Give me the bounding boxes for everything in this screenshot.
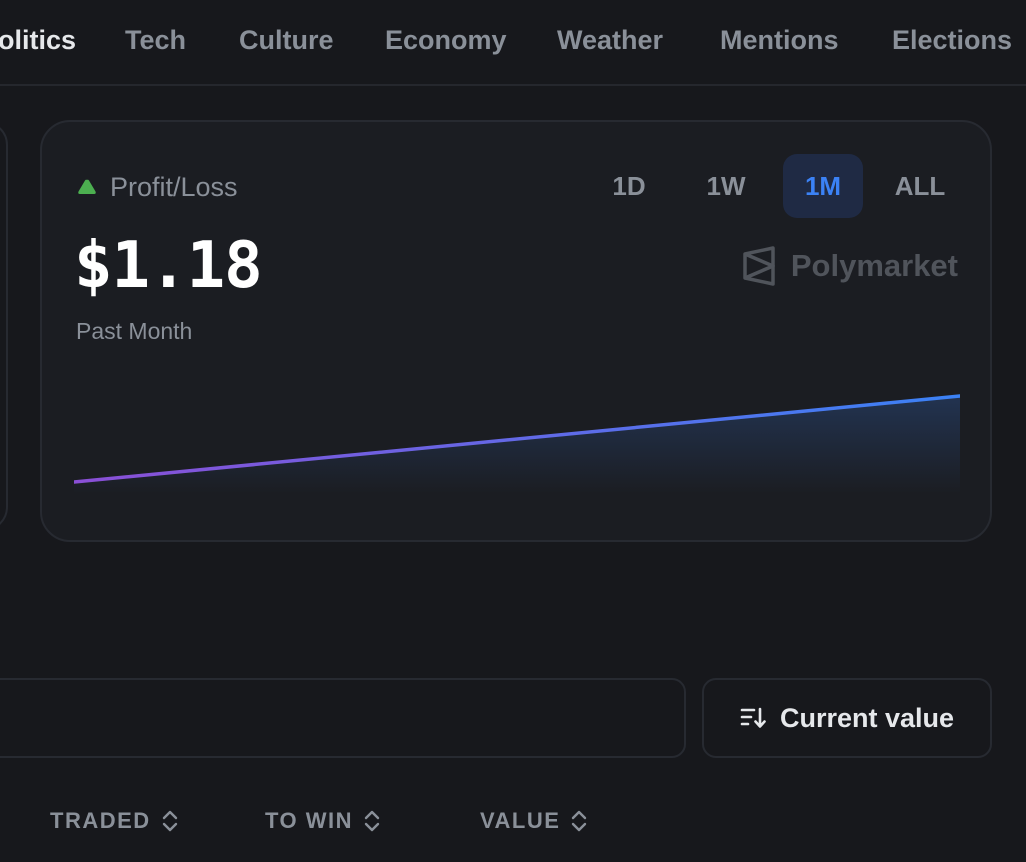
range-tab-1d[interactable]: 1D — [589, 154, 669, 218]
nav-item-weather[interactable]: Weather — [557, 22, 663, 58]
sort-button[interactable]: Current value — [702, 678, 992, 758]
nav-item-elections[interactable]: Elections — [892, 22, 1012, 58]
column-header-traded[interactable]: TRADED — [50, 806, 179, 836]
sort-descending-icon — [740, 706, 766, 730]
sort-toggle-icon — [570, 808, 588, 834]
nav-item-tech[interactable]: Tech — [125, 22, 186, 58]
pnl-title: Profit/Loss — [110, 172, 238, 202]
polymarket-logo-icon — [741, 246, 777, 286]
category-nav: olitics Tech Culture Economy Weather Men… — [0, 0, 1026, 86]
pnl-line-chart — [74, 394, 960, 494]
column-header-to-win[interactable]: TO WIN — [265, 806, 381, 836]
positions-search[interactable] — [0, 678, 686, 758]
sort-toggle-icon — [363, 808, 381, 834]
nav-item-politics[interactable]: olitics — [0, 22, 76, 58]
sort-toggle-icon — [161, 808, 179, 834]
column-header-label: TO WIN — [265, 808, 354, 833]
column-header-label: VALUE — [480, 808, 561, 833]
brand-name: Polymarket — [790, 248, 958, 283]
pnl-period: Past Month — [76, 318, 193, 344]
nav-item-mentions[interactable]: Mentions — [720, 22, 839, 58]
range-tab-all[interactable]: ALL — [880, 154, 960, 218]
profit-loss-card: Profit/Loss 1D 1W 1M ALL $1.18 Past Mont… — [40, 120, 992, 542]
pnl-value: $1.18 — [74, 229, 263, 303]
column-header-value[interactable]: VALUE — [480, 806, 588, 836]
pnl-header: Profit/Loss — [76, 170, 238, 204]
brand-watermark: Polymarket — [741, 246, 958, 286]
nav-item-economy[interactable]: Economy — [385, 22, 507, 58]
triangle-up-icon — [76, 178, 98, 196]
nav-item-culture[interactable]: Culture — [239, 22, 334, 58]
time-range-tabs: 1D 1W 1M ALL — [572, 154, 960, 218]
sort-label: Current value — [779, 703, 955, 733]
pnl-area — [74, 396, 960, 494]
search-input[interactable] — [0, 680, 684, 756]
portfolio-card-edge — [0, 121, 8, 531]
range-tab-1m[interactable]: 1M — [783, 154, 863, 218]
range-tab-1w[interactable]: 1W — [686, 154, 766, 218]
column-header-label: TRADED — [50, 808, 151, 833]
